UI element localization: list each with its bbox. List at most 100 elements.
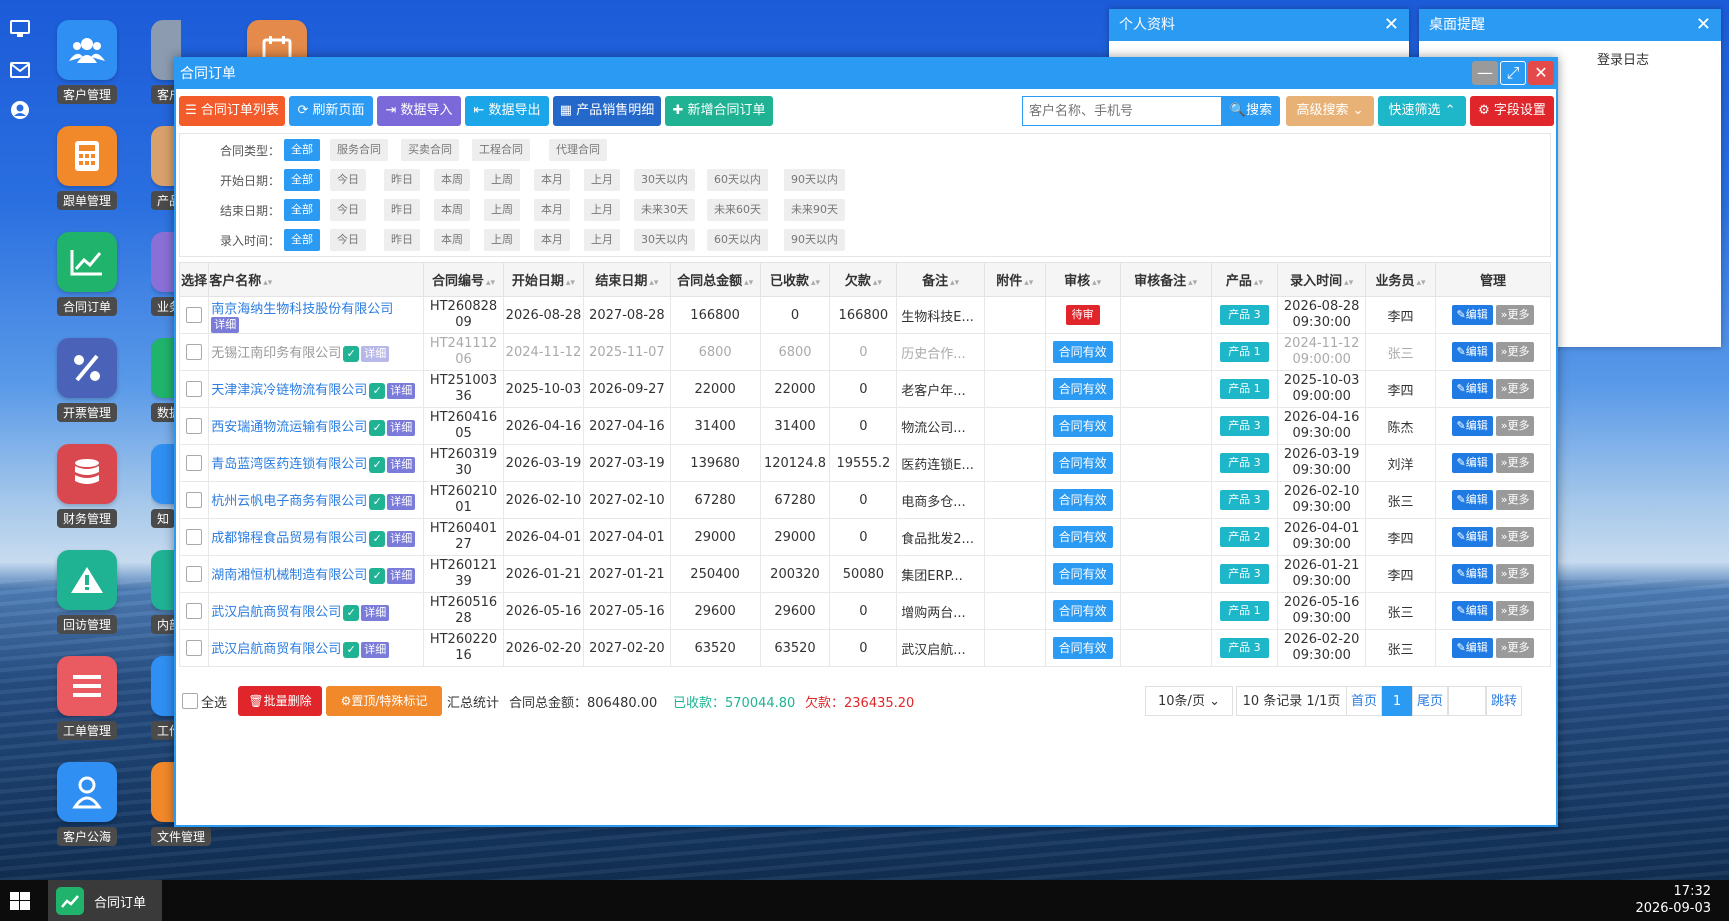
filter-chip[interactable]: 全部 <box>284 139 320 161</box>
filter-chip[interactable]: 30天以内 <box>634 229 695 251</box>
maximize-icon[interactable]: ⤢ <box>1500 61 1526 85</box>
product-badge[interactable]: 产品 3 <box>1220 453 1269 473</box>
audit-status-badge[interactable]: 合同有效 <box>1052 600 1113 622</box>
customer-link[interactable]: 湖南湘恒机械制造有限公司 <box>211 568 367 583</box>
desktop-icon-chart-line[interactable]: 合同订单 <box>45 232 129 320</box>
filter-chip[interactable]: 代理合同 <box>549 139 607 161</box>
customer-link[interactable]: 青岛蓝湾医药连锁有限公司 <box>211 457 367 472</box>
batch-delete-button[interactable]: 🗑批量删除 <box>238 686 322 716</box>
desktop-icon-warning[interactable]: 回访管理 <box>45 550 129 638</box>
column-header[interactable]: 产品 ▴▾ <box>1210 262 1279 297</box>
export-button[interactable]: ⇤ 数据导出 <box>465 96 549 126</box>
advanced-search-button[interactable]: 高级搜索 ⌄ <box>1286 96 1374 126</box>
filter-chip[interactable]: 60天以内 <box>707 229 768 251</box>
table-row[interactable]: 湖南湘恒机械制造有限公司 ✓ 详细 HT26012139 2026-01-21 2027-… <box>178 555 1551 593</box>
column-header[interactable]: 审核备注 ▴▾ <box>1119 262 1212 297</box>
edit-button[interactable]: ✎编辑 <box>1451 453 1493 473</box>
row-checkbox[interactable] <box>186 529 203 545</box>
field-settings-button[interactable]: ⚙ 字段设置 <box>1470 96 1554 126</box>
filter-chip[interactable]: 90天以内 <box>784 169 845 191</box>
customer-link[interactable]: 南京海纳生物科技股份有限公司 <box>211 302 393 317</box>
filter-chip[interactable]: 上月 <box>584 199 620 221</box>
table-row[interactable]: 青岛蓝湾医药连锁有限公司 ✓ 详细 HT26031930 2026-03-19 2027-… <box>178 444 1551 482</box>
pin-mark-button[interactable]: ⚙置顶/特殊标记 <box>326 686 442 716</box>
table-row[interactable]: 南京海纳生物科技股份有限公司 详细 HT26082809 2026-08-28 202… <box>178 296 1551 334</box>
filter-chip[interactable]: 未来90天 <box>784 199 845 221</box>
edit-button[interactable]: ✎编辑 <box>1451 305 1493 325</box>
filter-chip[interactable]: 本月 <box>534 229 570 251</box>
current-page[interactable]: 1 <box>1382 686 1412 716</box>
filter-chip[interactable]: 上周 <box>484 229 520 251</box>
product-badge[interactable]: 产品 3 <box>1220 564 1269 584</box>
detail-button[interactable]: 详细 <box>361 641 390 658</box>
filter-chip[interactable]: 今日 <box>330 229 366 251</box>
detail-button[interactable]: 详细 <box>387 382 416 399</box>
table-row[interactable]: 武汉启航商贸有限公司 ✓ 详细 HT26022016 2026-02-20 2027-02… <box>178 629 1551 667</box>
select-all-checkbox[interactable] <box>182 693 198 709</box>
edit-button[interactable]: ✎编辑 <box>1451 342 1493 362</box>
more-button[interactable]: »更多 <box>1495 601 1535 621</box>
detail-button[interactable]: 详细 <box>361 604 390 621</box>
column-header[interactable]: 欠款 ▴▾ <box>829 262 898 297</box>
filter-chip[interactable]: 30天以内 <box>634 169 695 191</box>
product-badge[interactable]: 产品 1 <box>1220 379 1269 399</box>
more-button[interactable]: »更多 <box>1495 416 1535 436</box>
audit-status-badge[interactable]: 合同有效 <box>1052 489 1113 511</box>
filter-chip[interactable]: 上周 <box>484 169 520 191</box>
detail-button[interactable]: 详细 <box>387 419 416 436</box>
table-row[interactable]: 武汉启航商贸有限公司 ✓ 详细 HT26051628 2026-05-16 2027-05… <box>178 592 1551 630</box>
page-size-select[interactable]: 10条/页 ⌄ <box>1145 686 1233 716</box>
column-header[interactable]: 客户名称 ▴▾ <box>208 262 425 297</box>
more-button[interactable]: »更多 <box>1495 564 1535 584</box>
mail-icon[interactable] <box>9 59 31 81</box>
filter-chip[interactable]: 全部 <box>284 169 320 191</box>
product-badge[interactable]: 产品 3 <box>1220 638 1269 658</box>
filter-chip[interactable]: 90天以内 <box>784 229 845 251</box>
edit-button[interactable]: ✎编辑 <box>1451 490 1493 510</box>
desktop-icon-list[interactable]: 工单管理 <box>45 656 129 744</box>
audit-status-badge[interactable]: 合同有效 <box>1052 526 1113 548</box>
filter-chip[interactable]: 60天以内 <box>707 169 768 191</box>
audit-status-badge[interactable]: 合同有效 <box>1052 415 1113 437</box>
user-circle-icon[interactable] <box>9 99 31 121</box>
audit-status-badge[interactable]: 待审 <box>1065 305 1100 325</box>
audit-status-badge[interactable]: 合同有效 <box>1052 637 1113 659</box>
desktop-icon-users[interactable]: 客户管理 <box>45 20 129 108</box>
filter-chip[interactable]: 本周 <box>434 229 470 251</box>
product-badge[interactable]: 产品 1 <box>1220 342 1269 362</box>
column-header[interactable]: 录入时间 ▴▾ <box>1277 262 1367 297</box>
detail-button[interactable]: 详细 <box>387 567 416 584</box>
detail-button[interactable]: 详细 <box>361 345 390 362</box>
customer-link[interactable]: 成都锦程食品贸易有限公司 <box>211 531 367 546</box>
table-row[interactable]: 成都锦程食品贸易有限公司 ✓ 详细 HT26040127 2026-04-01 2027-… <box>178 518 1551 556</box>
import-button[interactable]: ⇥ 数据导入 <box>377 96 461 126</box>
more-button[interactable]: »更多 <box>1495 638 1535 658</box>
audit-status-badge[interactable]: 合同有效 <box>1052 341 1113 363</box>
filter-chip[interactable]: 本周 <box>434 199 470 221</box>
desktop-icon-calculator[interactable]: 跟单管理 <box>45 126 129 214</box>
column-header[interactable]: 合同总金额 ▴▾ <box>669 262 761 297</box>
column-header[interactable]: 合同编号 ▴▾ <box>423 262 504 297</box>
column-header[interactable]: 审核 ▴▾ <box>1044 262 1121 297</box>
row-checkbox[interactable] <box>186 603 203 619</box>
desktop-icon-percent[interactable]: 开票管理 <box>45 338 129 426</box>
audit-status-badge[interactable]: 合同有效 <box>1052 378 1113 400</box>
row-checkbox[interactable] <box>186 640 203 656</box>
row-checkbox[interactable] <box>186 492 203 508</box>
filter-chip[interactable]: 未来60天 <box>707 199 768 221</box>
windows-start-icon[interactable] <box>10 892 30 914</box>
monitor-icon[interactable] <box>9 18 31 40</box>
table-row[interactable]: 天津津滨冷链物流有限公司 ✓ 详细 HT25100336 2025-10-03 2026-… <box>178 370 1551 408</box>
column-header[interactable]: 已收款 ▴▾ <box>759 262 831 297</box>
product-badge[interactable]: 产品 1 <box>1220 601 1269 621</box>
filter-chip[interactable]: 全部 <box>284 229 320 251</box>
column-header[interactable]: 业务员 ▴▾ <box>1365 262 1436 297</box>
filter-chip[interactable]: 工程合同 <box>472 139 530 161</box>
product-detail-button[interactable]: ▦ 产品销售明细 <box>553 96 661 126</box>
edit-button[interactable]: ✎编辑 <box>1451 564 1493 584</box>
filter-chip[interactable]: 上周 <box>484 199 520 221</box>
filter-chip[interactable]: 本月 <box>534 199 570 221</box>
customer-link[interactable]: 西安瑞通物流运输有限公司 <box>211 420 367 435</box>
row-checkbox[interactable] <box>186 455 203 471</box>
table-row[interactable]: 杭州云帆电子商务有限公司 ✓ 详细 HT26021001 2026-02-10 2027-… <box>178 481 1551 519</box>
